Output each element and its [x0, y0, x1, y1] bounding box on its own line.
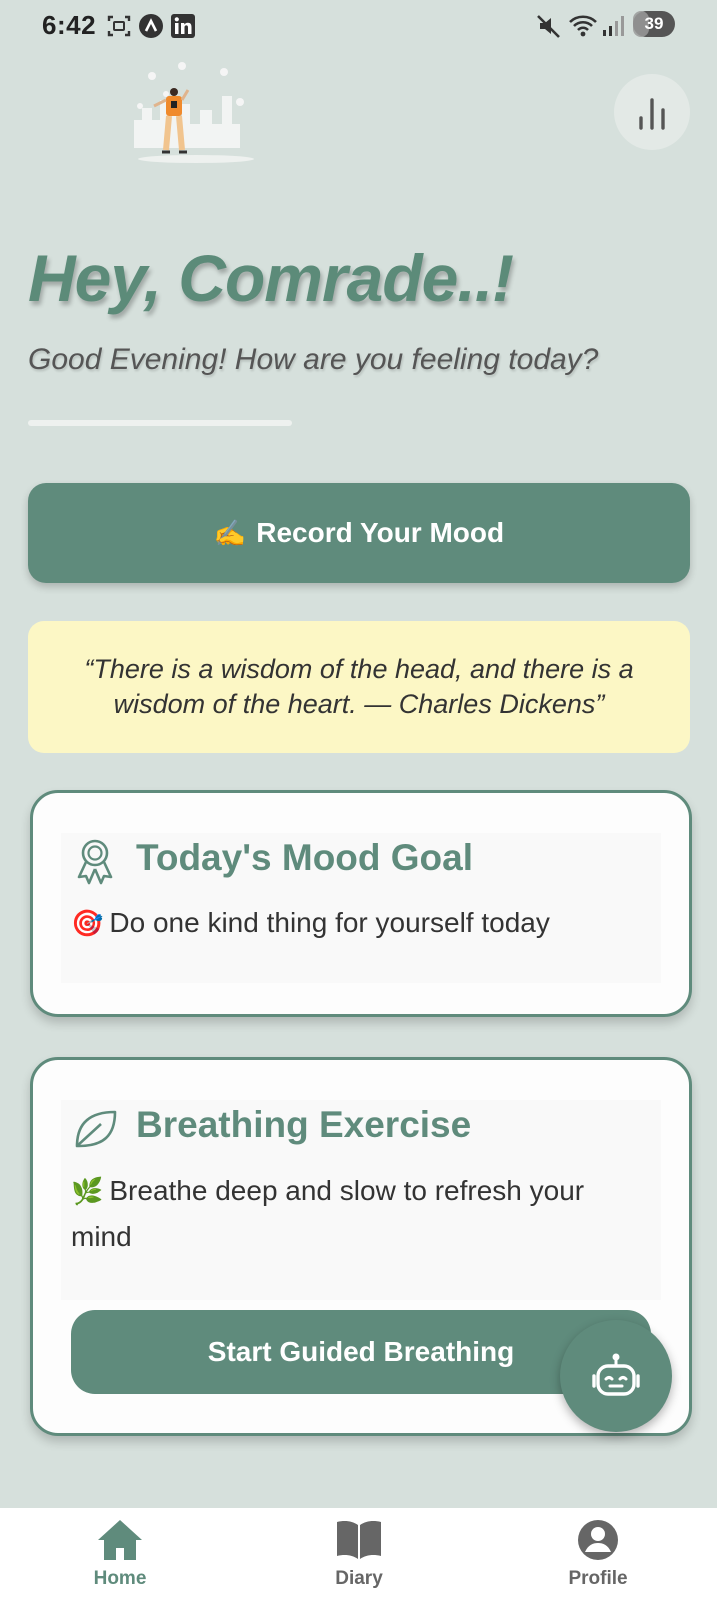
mute-icon — [537, 15, 560, 38]
linkedin-icon — [171, 14, 195, 38]
status-bar: 6:42 39 — [0, 0, 717, 52]
signal-icon — [603, 16, 624, 36]
status-time: 6:42 — [42, 10, 97, 40]
dancing-person-illustration — [134, 62, 254, 163]
nav-profile[interactable]: Profile — [518, 1508, 678, 1600]
quote-text: “There is a wisdom of the head, and ther… — [84, 654, 634, 719]
mood-goal-text: 🎯 Do one kind thing for yourself today — [71, 900, 550, 946]
breathing-title: Breathing Exercise — [136, 1104, 472, 1145]
screenshot-icon — [107, 15, 131, 37]
quote-card: “There is a wisdom of the head, and ther… — [28, 621, 690, 753]
stats-button[interactable] — [614, 74, 690, 150]
nav-diary[interactable]: Diary — [279, 1508, 439, 1600]
leaf-icon — [75, 1110, 117, 1148]
record-mood-button[interactable]: ✍️ Record Your Mood — [28, 483, 690, 583]
bar-chart-icon — [639, 98, 665, 130]
record-mood-label: Record Your Mood — [256, 517, 505, 548]
user-icon — [578, 1520, 618, 1560]
mood-goal-title: Today's Mood Goal — [136, 837, 474, 878]
herb-icon: 🌿 — [71, 1176, 104, 1206]
nav-profile-label: Profile — [568, 1568, 628, 1589]
mood-goal-card: Today's Mood Goal 🎯 Do one kind thing for… — [30, 790, 692, 1017]
nav-home-label: Home — [93, 1568, 147, 1589]
writing-hand-icon: ✍️ — [213, 517, 247, 548]
home-icon — [98, 1520, 142, 1560]
nav-diary-label: Diary — [335, 1568, 383, 1589]
breathing-text-label: Breathe deep and slow to refresh your mi… — [71, 1175, 585, 1252]
mood-goal-text-label: Do one kind thing for yourself today — [109, 907, 550, 938]
bottom-navigation: Home Diary Profile — [0, 1508, 717, 1600]
target-icon: 🎯 — [71, 908, 104, 938]
wifi-icon — [569, 15, 597, 37]
robot-chat-icon — [592, 1353, 640, 1396]
battery-level-text: 39 — [644, 14, 664, 33]
greeting-subtitle: Good Evening! How are you feeling today? — [28, 343, 599, 376]
divider — [28, 420, 292, 426]
greeting-title: Hey, Comrade..! — [28, 241, 514, 315]
nav-home[interactable]: Home — [40, 1508, 200, 1600]
app-a-icon — [139, 14, 163, 38]
breathing-text: 🌿 Breathe deep and slow to refresh your m… — [71, 1168, 631, 1260]
battery-icon: 39 — [633, 11, 675, 37]
chatbot-button[interactable] — [560, 1320, 672, 1432]
book-icon — [337, 1521, 381, 1559]
award-ribbon-icon — [77, 839, 113, 885]
